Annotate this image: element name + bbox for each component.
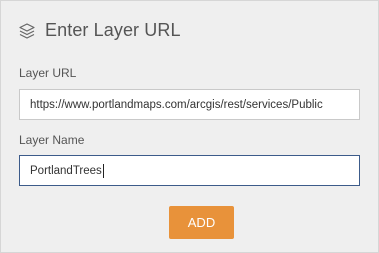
layer-url-value: https://www.portlandmaps.com/arcgis/rest…	[30, 98, 323, 111]
text-caret	[102, 163, 104, 178]
panel-header: Enter Layer URL	[18, 20, 181, 41]
add-layer-panel: Enter Layer URL Layer URL https://www.po…	[0, 0, 379, 253]
layers-icon	[18, 22, 36, 40]
panel-title: Enter Layer URL	[45, 20, 181, 40]
add-button[interactable]: ADD	[169, 206, 234, 239]
layer-name-label: Layer Name	[19, 133, 85, 147]
layer-url-label: Layer URL	[19, 66, 77, 80]
layer-name-input[interactable]: PortlandTrees	[19, 155, 360, 186]
layer-name-value: PortlandTrees	[30, 164, 102, 177]
layer-url-input[interactable]: https://www.portlandmaps.com/arcgis/rest…	[19, 89, 360, 120]
